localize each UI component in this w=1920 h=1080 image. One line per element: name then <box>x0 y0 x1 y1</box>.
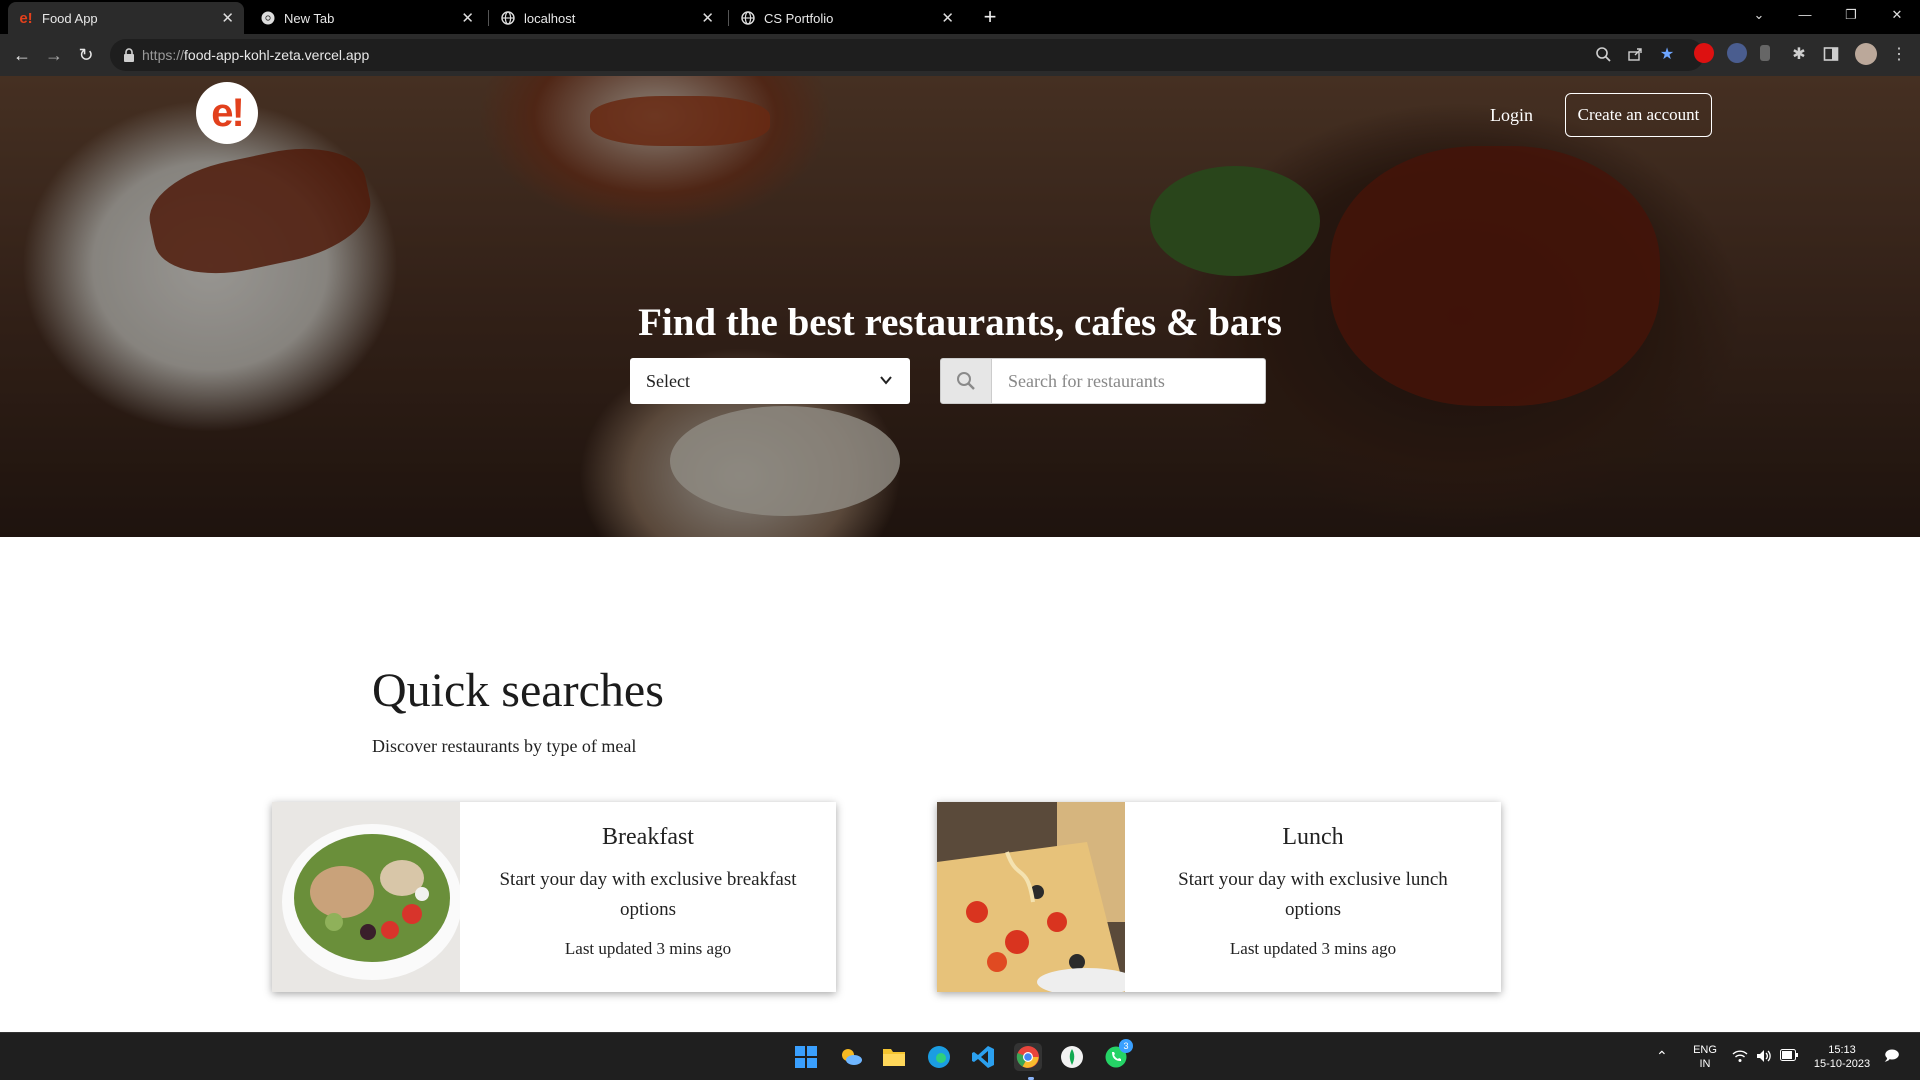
widgets-weather-icon[interactable] <box>837 1043 865 1071</box>
tab-cs-portfolio[interactable]: CS Portfolio ✕ <box>730 2 964 34</box>
tab-separator <box>728 10 729 26</box>
extension-gray-icon[interactable] <box>1760 45 1770 61</box>
notifications-bell-icon[interactable]: 🗩 <box>1884 1048 1900 1062</box>
search-input[interactable] <box>992 358 1266 404</box>
extension-blue-icon[interactable] <box>1727 43 1747 63</box>
restaurant-search <box>940 358 1266 404</box>
chrome-taskbar-icon[interactable] <box>1014 1043 1042 1071</box>
breakfast-salad-image <box>272 802 460 992</box>
vscode-icon[interactable] <box>969 1043 997 1071</box>
tab-title: New Tab <box>284 10 335 26</box>
site-logo[interactable]: e! <box>196 82 258 144</box>
side-panel-icon[interactable] <box>1822 46 1840 64</box>
clock[interactable]: 15:13 15-10-2023 <box>1808 1043 1876 1071</box>
profile-avatar[interactable] <box>1855 43 1877 65</box>
hero-banner: e! Login Create an account Find the best… <box>0 76 1920 537</box>
share-icon[interactable] <box>1626 46 1644 64</box>
new-tab-button[interactable]: + <box>976 4 1004 30</box>
card-description: Start your day with exclusive breakfast … <box>499 869 797 920</box>
windows-start-icon[interactable] <box>792 1043 820 1071</box>
windows-taskbar: 3 ⌃ ENG IN 15:13 15-10-2023 🗩 <box>0 1032 1920 1080</box>
quick-search-card-breakfast[interactable]: Breakfast Start your day with exclusive … <box>272 802 836 992</box>
file-explorer-icon[interactable] <box>880 1043 908 1071</box>
tab-title: Food App <box>42 10 98 26</box>
back-button[interactable]: ← <box>8 42 36 68</box>
bookmark-star-icon[interactable]: ★ <box>1658 46 1676 64</box>
tab-search-icon[interactable]: ⌄ <box>1736 0 1782 30</box>
extension-red-icon[interactable] <box>1694 43 1714 63</box>
location-select-value: Select <box>646 371 690 391</box>
address-bar[interactable]: https://food-app-kohl-zeta.vercel.app ★ <box>110 39 1704 71</box>
card-body: Breakfast Start your day with exclusive … <box>460 802 836 992</box>
globe-icon <box>500 10 516 26</box>
close-tab-icon[interactable]: ✕ <box>701 9 714 27</box>
minimize-button[interactable]: — <box>1782 0 1828 30</box>
card-updated: Last updated 3 mins ago <box>1229 939 1397 958</box>
mongodb-compass-icon[interactable] <box>1058 1043 1086 1071</box>
language-indicator[interactable]: ENG IN <box>1688 1043 1722 1071</box>
create-account-button[interactable]: Create an account <box>1565 93 1712 137</box>
close-window-button[interactable]: ✕ <box>1874 0 1920 30</box>
close-tab-icon[interactable]: ✕ <box>461 9 474 27</box>
whatsapp-icon[interactable]: 3 <box>1102 1039 1133 1071</box>
tab-food-app[interactable]: e! Food App ✕ <box>8 2 244 34</box>
volume-icon[interactable] <box>1756 1049 1772 1067</box>
tab-title: CS Portfolio <box>764 10 834 26</box>
tab-new-tab[interactable]: New Tab ✕ <box>250 2 484 34</box>
food-app-favicon: e! <box>19 9 33 27</box>
lunch-pizza-image <box>937 802 1125 992</box>
card-updated: Last updated 3 mins ago <box>564 939 732 958</box>
chevron-down-icon <box>880 376 892 385</box>
location-select[interactable]: Select <box>630 358 910 404</box>
close-tab-icon[interactable]: ✕ <box>941 9 954 27</box>
wifi-icon[interactable] <box>1732 1049 1748 1067</box>
card-title: Lunch <box>1282 824 1344 850</box>
notification-badge: 3 <box>1119 1039 1133 1053</box>
extensions-puzzle-icon[interactable]: ✱ <box>1790 46 1808 64</box>
card-body: Lunch Start your day with exclusive lunc… <box>1125 802 1501 992</box>
forward-button[interactable]: → <box>40 42 68 68</box>
section-title: Quick searches <box>372 664 664 717</box>
close-tab-icon[interactable]: ✕ <box>221 9 234 27</box>
tab-title: localhost <box>524 10 576 26</box>
tab-separator <box>488 10 489 26</box>
show-hidden-icons-chevron-up-icon[interactable]: ⌃ <box>1656 1049 1668 1063</box>
login-link[interactable]: Login <box>1490 105 1533 126</box>
chrome-icon <box>260 10 276 26</box>
restore-button[interactable]: ❐ <box>1828 0 1874 30</box>
tab-localhost[interactable]: localhost ✕ <box>490 2 724 34</box>
card-description: Start your day with exclusive lunch opti… <box>1178 869 1448 920</box>
reload-button[interactable]: ↻ <box>72 42 100 68</box>
globe-icon <box>740 10 756 26</box>
edge-browser-icon[interactable] <box>925 1043 953 1071</box>
url-text[interactable]: https://food-app-kohl-zeta.vercel.app <box>142 47 369 63</box>
quick-search-card-lunch[interactable]: Lunch Start your day with exclusive lunc… <box>937 802 1501 992</box>
lock-icon[interactable] <box>122 47 136 63</box>
browser-tab-strip: e! Food App ✕ New Tab ✕ localhost ✕ CS P… <box>0 0 1920 34</box>
battery-icon[interactable] <box>1780 1049 1798 1065</box>
search-icon[interactable] <box>940 358 992 404</box>
card-title: Breakfast <box>602 824 694 850</box>
zoom-icon[interactable] <box>1594 46 1612 64</box>
hero-headline: Find the best restaurants, cafes & bars <box>638 301 1282 344</box>
menu-kebab-icon[interactable]: ⋮ <box>1890 46 1908 64</box>
section-subtitle: Discover restaurants by type of meal <box>372 736 637 756</box>
address-toolbar: ← → ↻ https://food-app-kohl-zeta.vercel.… <box>0 34 1920 76</box>
